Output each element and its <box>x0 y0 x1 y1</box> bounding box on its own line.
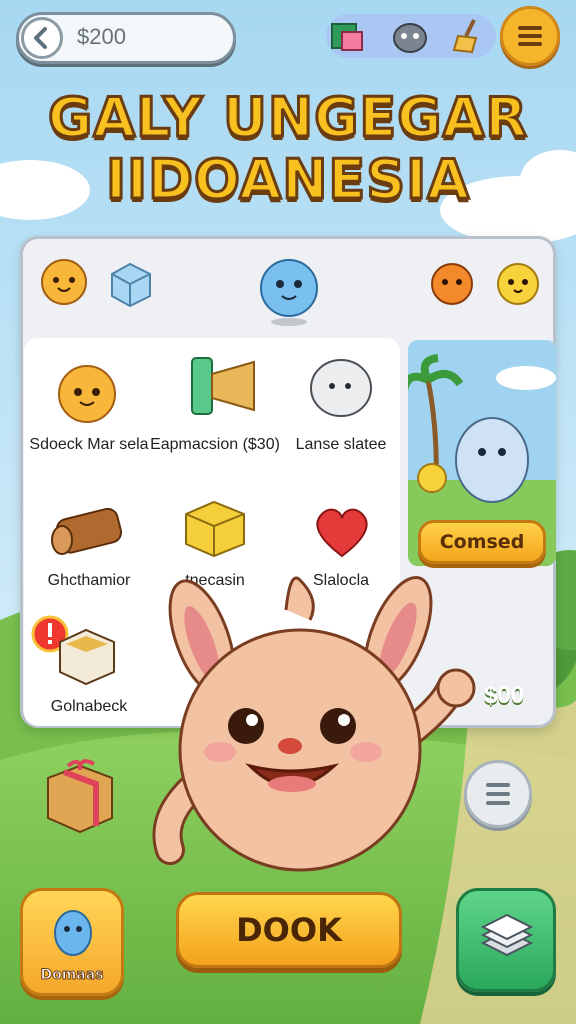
game-title-line-2: IIDOANESIA <box>104 147 471 213</box>
main-action-label: DOOK <box>236 911 342 949</box>
item-label: Lanse slatee <box>295 436 387 453</box>
balance-amount: $200 <box>77 24 126 49</box>
megaphone-icon <box>191 357 255 415</box>
hamster-character-icon[interactable] <box>36 252 92 308</box>
collection-button[interactable] <box>456 888 556 992</box>
ghost-icon <box>310 359 372 417</box>
shop-item[interactable]: Ghcthamior <box>24 492 154 602</box>
gift-icon <box>331 23 363 51</box>
crate-icon <box>59 628 115 686</box>
shop-item[interactable]: Eapmacsion ($30) <box>150 346 280 476</box>
main-action-button[interactable]: DOOK <box>176 892 402 968</box>
stack-icon <box>480 913 534 957</box>
menu-button[interactable] <box>500 6 560 66</box>
chick-character-icon[interactable] <box>490 254 546 310</box>
pets-button-label: Domaas <box>40 967 104 984</box>
shop-item[interactable]: Sdoeck Mar sela <box>24 346 154 476</box>
item-label: Eapmacsion ($30) <box>150 436 280 453</box>
item-label: Golnabeck <box>50 698 128 715</box>
balance-bar: $200 <box>16 12 236 64</box>
fox-character-icon[interactable] <box>424 254 480 310</box>
chevron-left-icon <box>34 27 47 49</box>
raccoon-icon <box>393 23 427 53</box>
gold-block-icon <box>185 500 245 558</box>
game-title-line-1: GALY UNGEGAR <box>47 85 529 151</box>
blue-pet-icon <box>54 910 92 956</box>
ice-cube-icon[interactable] <box>104 258 156 310</box>
hamster-icon <box>58 365 116 423</box>
featured-action-button[interactable]: Comsed <box>418 520 546 564</box>
broom-icon <box>452 19 478 54</box>
shop-item[interactable]: Lanse slatee <box>276 346 406 476</box>
back-button[interactable] <box>21 17 63 59</box>
price-label: $00 <box>484 682 525 709</box>
blue-creature-icon[interactable] <box>256 246 322 326</box>
item-label: Sdoeck Mar sela <box>29 436 149 453</box>
pets-button[interactable]: Domaas <box>20 888 124 996</box>
heart-icon <box>316 508 368 558</box>
gift-box-icon[interactable] <box>42 756 118 836</box>
mascot-character[interactable] <box>150 570 480 900</box>
log-icon <box>51 507 123 555</box>
inventory-strip[interactable] <box>326 14 496 58</box>
shop-item[interactable]: Golnabeck <box>24 614 154 724</box>
item-label: Ghcthamior <box>47 572 131 589</box>
